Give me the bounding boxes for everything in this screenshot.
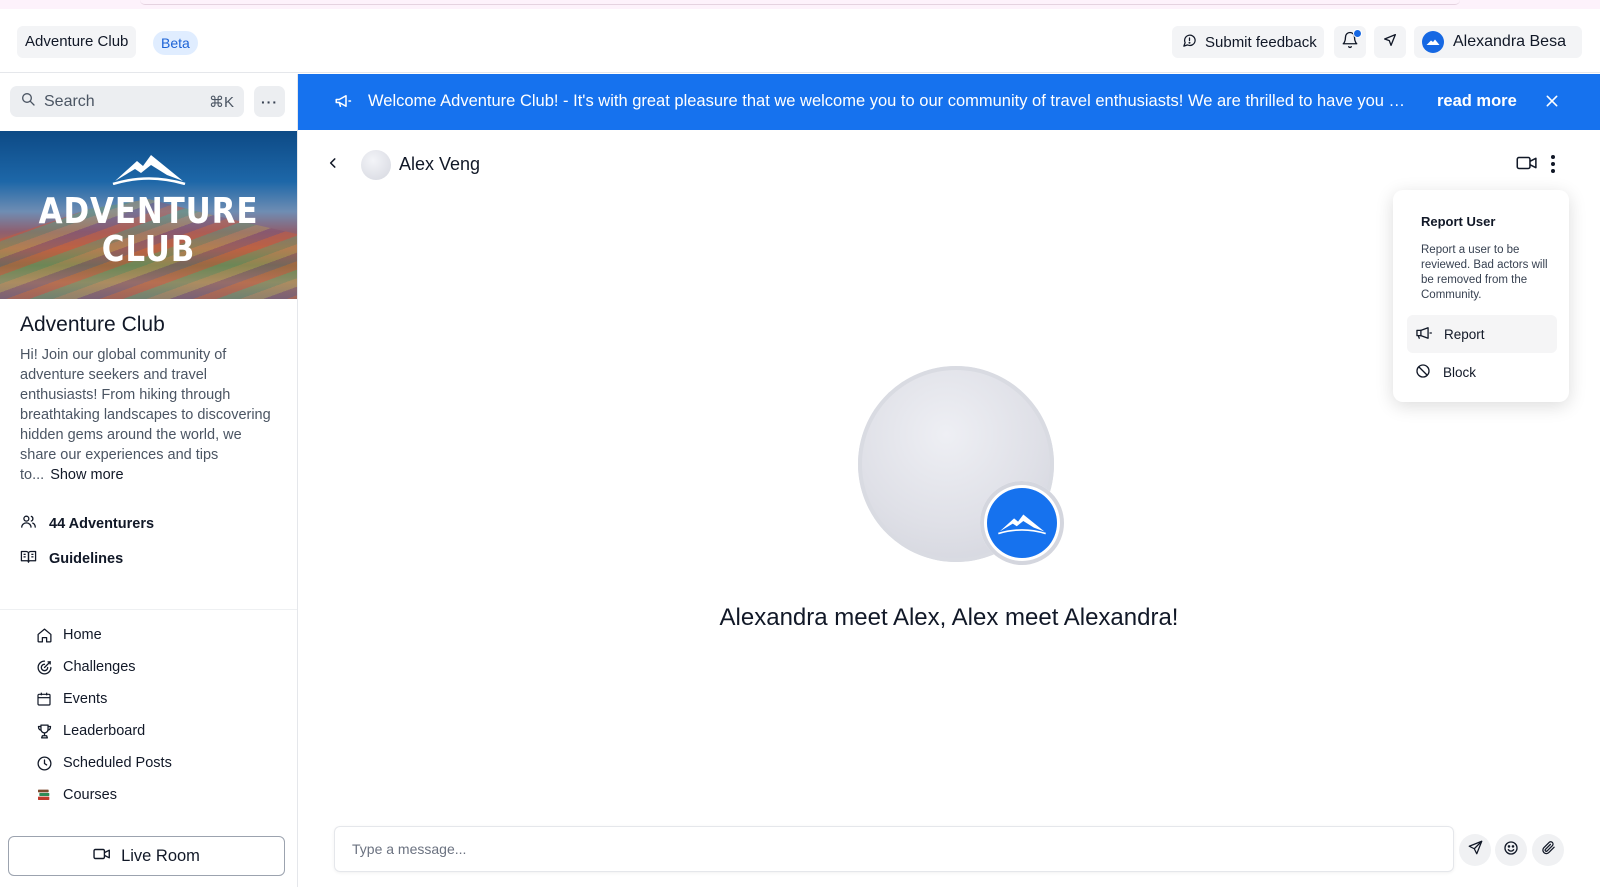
search-icon <box>20 91 36 112</box>
paperclip-icon <box>1541 840 1556 860</box>
smiley-icon <box>1503 840 1519 861</box>
submit-feedback-label: Submit feedback <box>1205 33 1317 51</box>
sidebar-item-home[interactable]: Home <box>35 619 172 651</box>
club-avatar-badge <box>980 481 1064 565</box>
block-icon <box>1415 363 1431 382</box>
trophy-icon <box>35 723 53 740</box>
block-menu-item[interactable]: Block <box>1407 353 1557 391</box>
sidebar-item-scheduled-posts[interactable]: Scheduled Posts <box>35 747 172 779</box>
video-camera-icon <box>93 847 111 866</box>
user-menu-button[interactable]: Alexandra Besa <box>1414 26 1582 58</box>
users-icon <box>20 513 37 534</box>
clock-icon <box>35 755 53 772</box>
club-description: Hi! Join our global community of adventu… <box>20 347 271 483</box>
guidelines-link[interactable]: Guidelines <box>20 548 123 569</box>
live-room-label: Live Room <box>121 846 200 865</box>
read-more-link[interactable]: read more <box>1437 92 1517 111</box>
search-placeholder: Search <box>44 92 95 110</box>
mountain-logo-icon <box>0 151 297 190</box>
contact-avatar[interactable] <box>361 150 391 180</box>
submit-feedback-button[interactable]: Submit feedback <box>1172 26 1324 58</box>
announcement-message: Welcome Adventure Club! - It's with grea… <box>368 92 1412 110</box>
megaphone-icon <box>334 92 352 115</box>
home-icon <box>35 627 53 644</box>
target-icon <box>35 659 53 676</box>
beta-badge: Beta <box>153 31 198 55</box>
message-input[interactable] <box>352 841 1432 857</box>
show-more-link[interactable]: Show more <box>50 467 123 483</box>
cursor-arrow-icon <box>1382 32 1398 53</box>
sidebar-nav: Home Challenges Events Leaderboard Sched… <box>35 619 172 811</box>
books-icon <box>35 787 53 803</box>
video-call-icon[interactable] <box>1516 155 1538 176</box>
menu-title: Report User <box>1421 214 1496 229</box>
search-shortcut: ⌘K <box>208 93 234 111</box>
sidebar: Search ⌘K ··· ADVENTURE CLUB Adventure C… <box>0 74 298 887</box>
announcement-bar: Welcome Adventure Club! - It's with grea… <box>298 74 1600 130</box>
sidebar-divider <box>0 609 297 610</box>
contact-name[interactable]: Alex Veng <box>399 154 480 175</box>
club-banner: ADVENTURE CLUB <box>0 131 297 299</box>
send-button[interactable] <box>1459 834 1491 866</box>
club-title: Adventure Club <box>20 313 165 336</box>
live-room-button[interactable]: Live Room <box>8 836 285 876</box>
book-icon <box>20 548 37 569</box>
search-input[interactable]: Search ⌘K <box>10 86 244 117</box>
chat-intro-text: Alexandra meet Alex, Alex meet Alexandra… <box>719 604 1179 631</box>
attach-button[interactable] <box>1532 834 1564 866</box>
mountain-logo-icon <box>987 488 1057 558</box>
user-name: Alexandra Besa <box>1453 33 1566 50</box>
sidebar-item-challenges[interactable]: Challenges <box>35 651 172 683</box>
megaphone-icon <box>1415 326 1432 343</box>
chat-bubble-icon <box>1182 33 1197 52</box>
top-header: Adventure Club Beta Submit feedback Alex… <box>0 9 1600 73</box>
calendar-icon <box>35 691 53 707</box>
banner-logo-text: ADVENTURE CLUB <box>38 191 259 270</box>
notifications-button[interactable] <box>1334 26 1366 58</box>
sidebar-item-events[interactable]: Events <box>35 683 172 715</box>
sidebar-item-leaderboard[interactable]: Leaderboard <box>35 715 172 747</box>
browser-top-strip <box>0 0 1600 9</box>
emoji-button[interactable] <box>1495 834 1527 866</box>
avatar <box>1422 31 1444 53</box>
members-link[interactable]: 44 Adventurers <box>20 513 154 534</box>
sidebar-item-courses[interactable]: Courses <box>35 779 172 811</box>
more-vertical-icon[interactable] <box>1550 154 1556 179</box>
close-icon[interactable] <box>1544 93 1560 114</box>
report-menu-item[interactable]: Report <box>1407 315 1557 353</box>
report-user-menu: Report User Report a user to be reviewed… <box>1393 190 1569 402</box>
send-icon <box>1468 840 1483 860</box>
pointer-button[interactable] <box>1374 26 1406 58</box>
menu-description: Report a user to be reviewed. Bad actors… <box>1421 244 1548 301</box>
more-options-button[interactable]: ··· <box>254 86 285 117</box>
club-name-button[interactable]: Adventure Club <box>17 26 137 58</box>
notification-dot <box>1353 29 1362 38</box>
back-chevron-icon[interactable] <box>326 156 340 175</box>
message-composer[interactable] <box>334 826 1454 872</box>
